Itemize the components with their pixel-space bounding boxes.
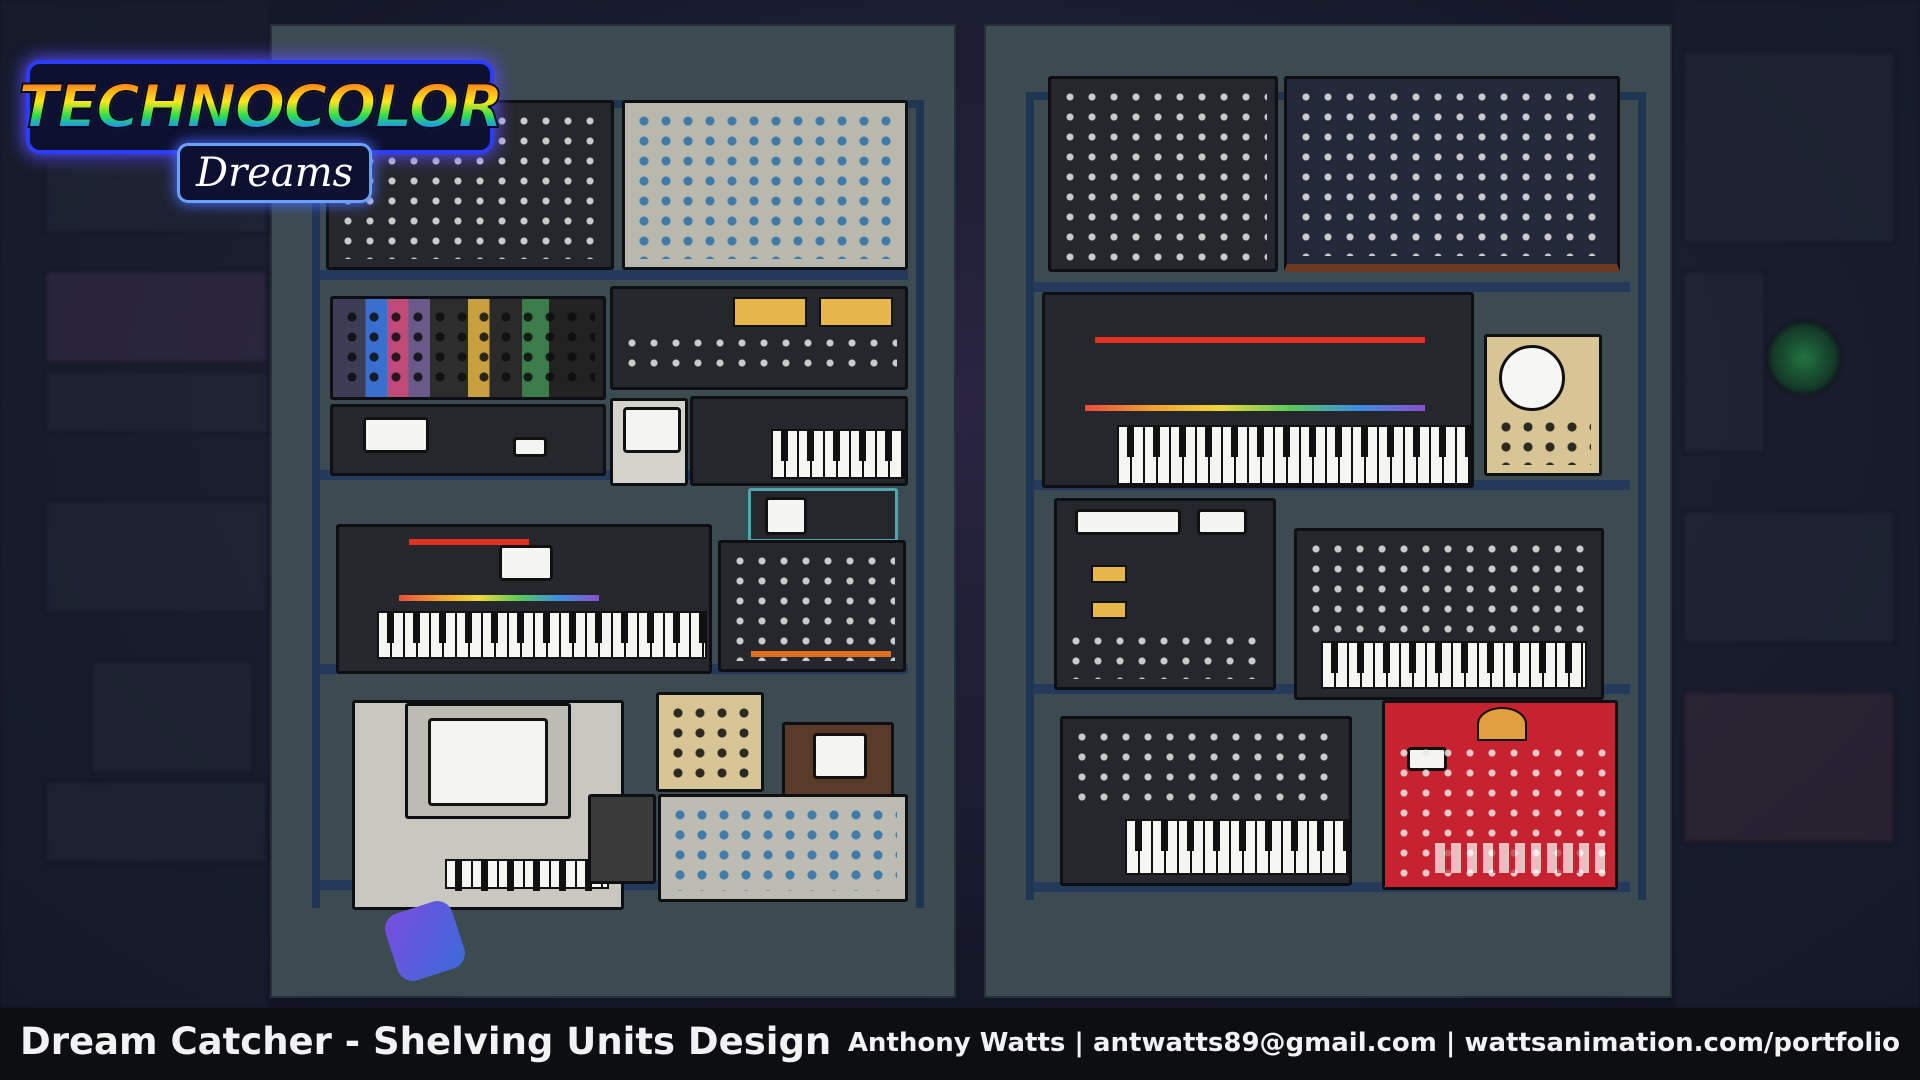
tan-oscilloscope: [1484, 334, 1602, 476]
modular-synth-silver: [622, 100, 908, 270]
footer-credit: Anthony Watts | antwatts89@gmail.com | w…: [847, 1028, 1900, 1058]
small-crt-monitor: [610, 398, 688, 486]
red-groovebox: [1382, 700, 1618, 890]
moog-modular-navy: [1284, 76, 1620, 272]
rack-processor-stack: [1054, 498, 1276, 690]
monosynth-keyboard: [1060, 716, 1352, 886]
right-shelving-unit-panel: [984, 24, 1672, 998]
background-scope-icon: [1766, 320, 1842, 396]
background-shelf-right: [1674, 0, 1920, 1008]
minimoog-style-synth: [1294, 528, 1604, 700]
small-display-unit: [748, 488, 898, 542]
technocolor-dreams-logo: TECHNOCOLOR Dreams: [17, 56, 505, 206]
rhythm-composer: [718, 540, 906, 672]
polysynth-jupiter: [1042, 292, 1474, 488]
oscilloscope-brown: [782, 722, 894, 798]
stacked-gray-modules: [588, 794, 656, 884]
footer-title: Dream Catcher - Shelving Units Design: [20, 1020, 832, 1063]
tape-deck: [330, 404, 606, 476]
moog-modular-black: [1048, 76, 1278, 272]
pet-computer: [352, 700, 624, 910]
effects-rack-colorful: [330, 296, 606, 400]
modular-patch-bay: [658, 794, 908, 902]
logo-sub-text: Dreams: [180, 146, 370, 200]
synthesizer-keyboard-large: [336, 524, 712, 674]
stacked-tan-units: [656, 692, 764, 792]
vu-meter-rack: [610, 286, 908, 390]
logo-main-text: TECHNOCOLOR: [17, 71, 505, 143]
artwork-scene: TECHNOCOLOR Dreams: [0, 0, 1920, 1008]
footer-bar: Dream Catcher - Shelving Units Design An…: [0, 1008, 1920, 1080]
logo-main-badge: TECHNOCOLOR: [17, 64, 505, 150]
drum-machine-keyboard: [690, 396, 908, 486]
